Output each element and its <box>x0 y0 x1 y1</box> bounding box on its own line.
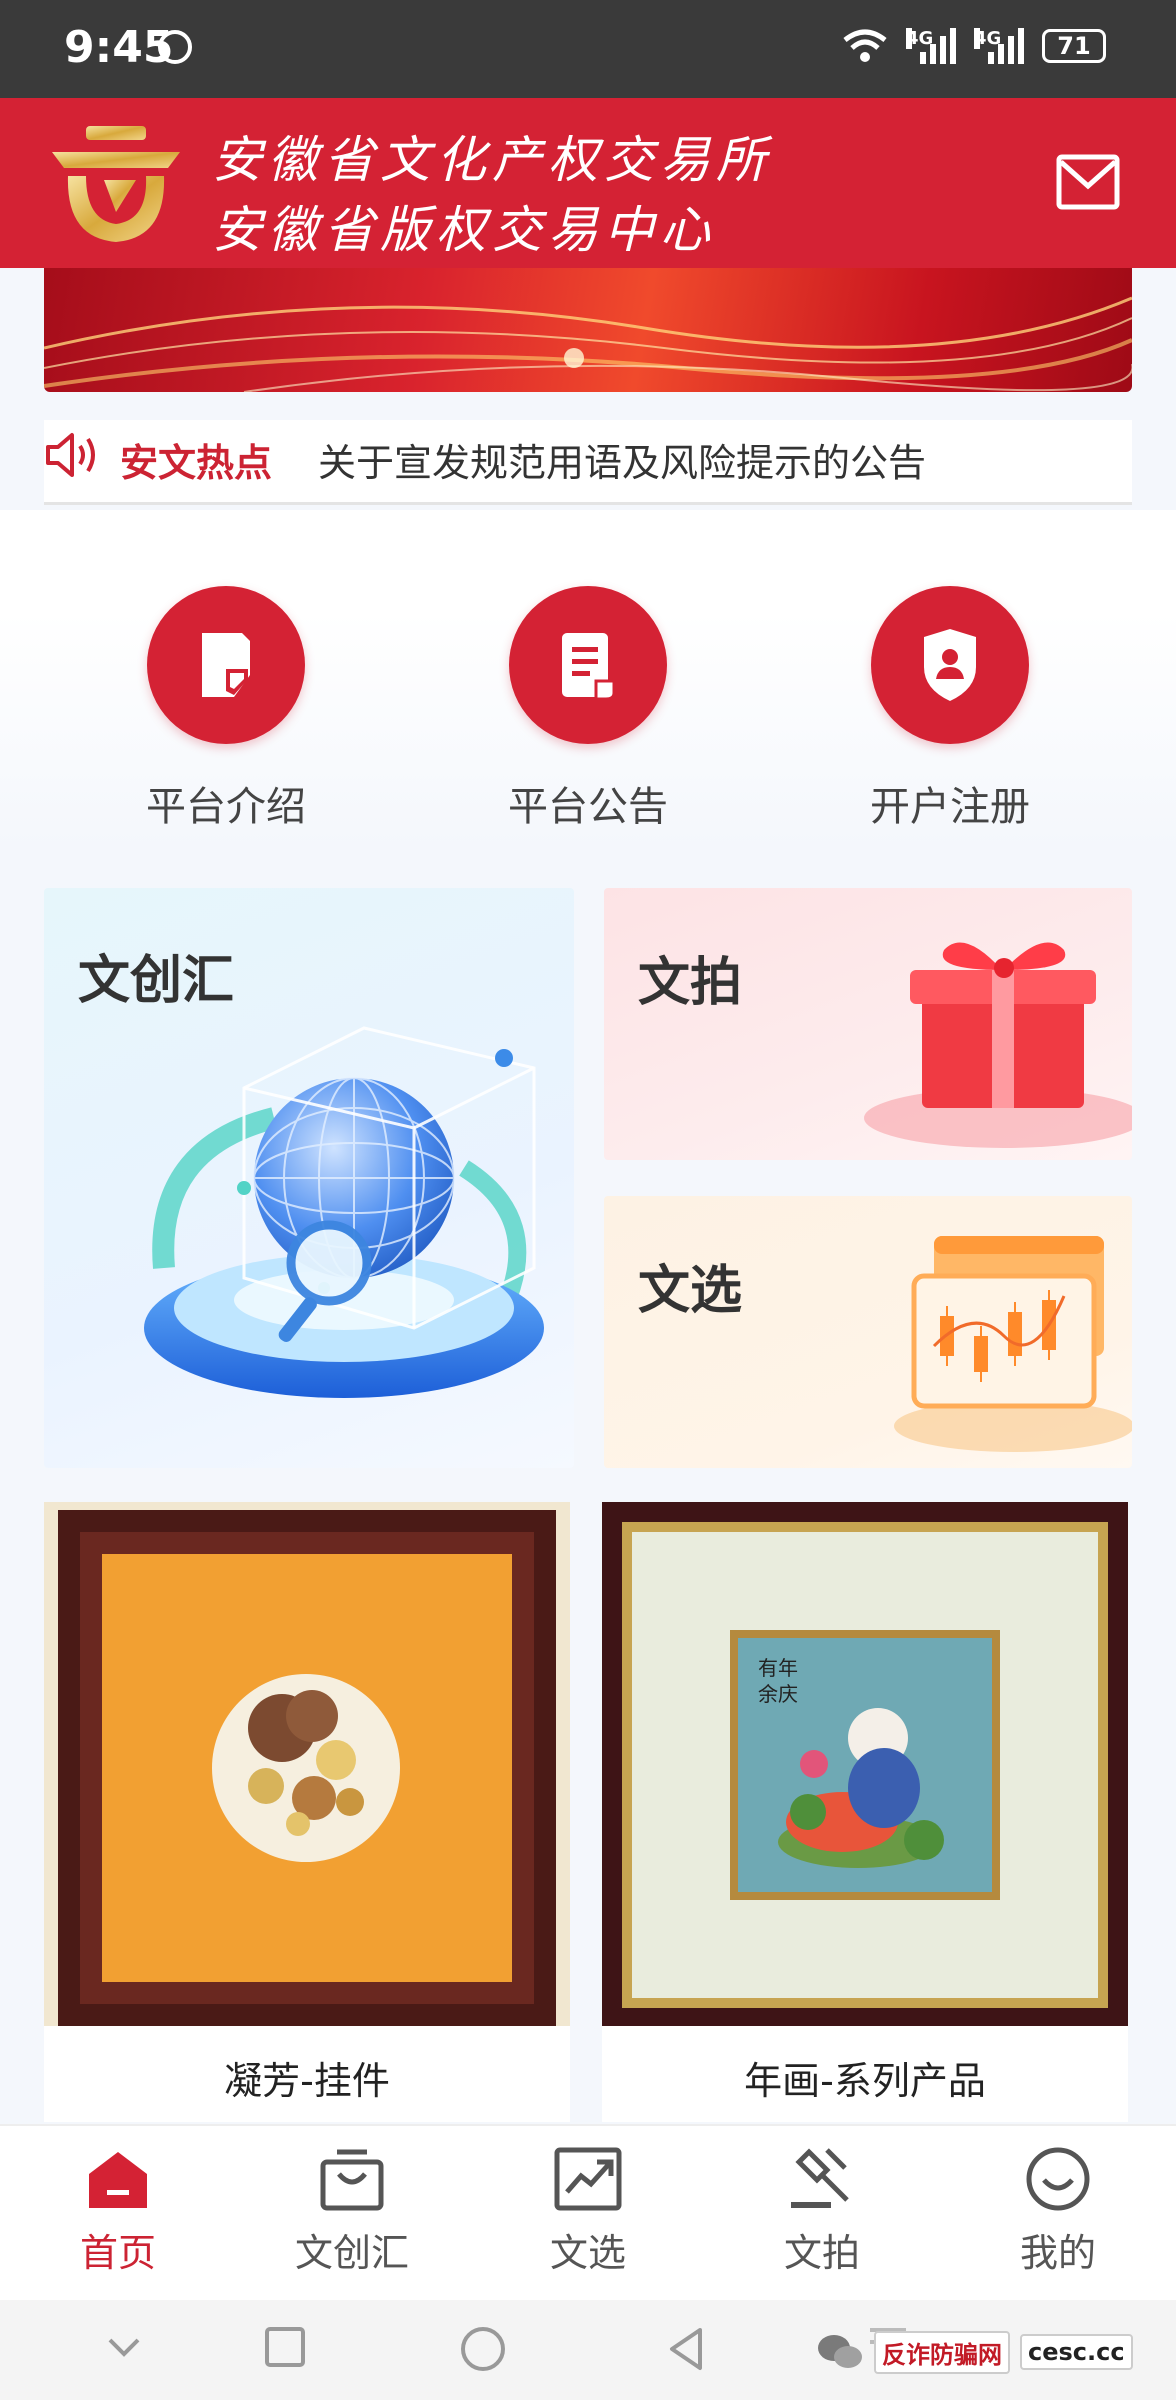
gift-box-illustration <box>864 942 1132 1148</box>
quick-links: 平台介绍 平台公告 开户注册 <box>0 510 1176 850</box>
card-wenpai[interactable]: 文拍 <box>604 888 1132 1160</box>
card-wenxuan[interactable]: 文选 <box>604 1196 1132 1468</box>
nav-mine[interactable]: 我的 <box>958 2146 1158 2277</box>
auction-hammer-icon <box>791 2148 849 2208</box>
notice-text[interactable]: 关于宣发规范用语及风险提示的公告 <box>318 432 926 487</box>
product-image: 有年 余庆 <box>602 1502 1128 2026</box>
recent-apps-icon[interactable] <box>264 2326 306 2368</box>
nav-label: 文拍 <box>783 2231 860 2275</box>
art-text-2: 余庆 <box>758 1682 798 1706</box>
nav-wenxuan[interactable]: 文选 <box>488 2146 688 2277</box>
org-name-secondary: 安徽省版权交易中心 <box>212 201 716 259</box>
quick-link-platform-intro[interactable]: 平台介绍 <box>96 586 356 832</box>
candlestick-chart-illustration <box>894 1236 1132 1452</box>
wifi-icon <box>843 29 887 62</box>
back-icon[interactable] <box>666 2326 706 2372</box>
promo-banner[interactable] <box>44 268 1132 392</box>
product-card[interactable]: 有年 余庆 年画-系列产品 <box>602 1502 1128 2122</box>
nav-label: 首页 <box>79 2231 156 2275</box>
org-name-primary: 安徽省文化产权交易所 <box>212 131 772 189</box>
speaker-icon <box>46 433 95 477</box>
nav-wenchuang[interactable]: 文创汇 <box>252 2146 452 2277</box>
chevron-down-icon[interactable] <box>104 2326 144 2366</box>
status-icons: 4G 4G 71 <box>842 28 1106 64</box>
product-image <box>44 1502 570 2026</box>
quick-link-register[interactable]: 开户注册 <box>820 586 1080 832</box>
shopping-bag-icon <box>320 2149 384 2211</box>
home-circle-icon[interactable] <box>460 2326 506 2372</box>
wechat-icon <box>818 2335 862 2368</box>
smile-icon <box>1026 2147 1090 2211</box>
home-icon <box>89 2152 147 2208</box>
network-type-2: 4G <box>974 28 1002 49</box>
card-wenchuang[interactable]: 文创汇 <box>44 888 574 1468</box>
product-caption: 凝芳-挂件 <box>224 2059 390 2103</box>
quick-link-label: 开户注册 <box>870 784 1030 830</box>
quick-link-platform-notice[interactable]: 平台公告 <box>458 586 718 832</box>
bottom-nav: 首页 文创汇 文选 文拍 我的 <box>0 2124 1176 2302</box>
status-bar: 9:45 4G 4G 71 <box>0 0 1176 98</box>
trend-chart-icon <box>554 2147 622 2211</box>
nav-label: 我的 <box>1019 2231 1096 2275</box>
network-type-1: 4G <box>906 28 934 49</box>
app-header: 安徽省文化产权交易所 安徽省版权交易中心 <box>0 98 1176 268</box>
sync-icon <box>158 30 192 64</box>
nav-label: 文创汇 <box>294 2231 409 2275</box>
user-shield-icon <box>871 586 1029 744</box>
watermark-site: 反诈防骗网 <box>874 2330 1010 2374</box>
product-card[interactable]: 凝芳-挂件 <box>44 1502 570 2122</box>
notice-tag: 安文热点 <box>120 441 273 485</box>
notice-bar[interactable]: 安文热点 关于宣发规范用语及风险提示的公告 <box>44 420 1132 505</box>
art-text-1: 有年 <box>758 1656 798 1680</box>
nav-wenpai[interactable]: 文拍 <box>722 2146 922 2277</box>
logo-icon <box>52 126 180 242</box>
product-caption: 年画-系列产品 <box>744 2059 986 2103</box>
notice-doc-icon <box>509 586 667 744</box>
nav-home[interactable]: 首页 <box>18 2146 218 2277</box>
mail-icon[interactable] <box>1056 154 1120 210</box>
signal-icon-1: 4G <box>906 28 956 64</box>
quick-link-label: 平台介绍 <box>146 784 306 830</box>
watermark-domain: cesc.cc <box>1020 2334 1133 2370</box>
signal-icon-2: 4G <box>974 28 1024 64</box>
globe-illustration <box>144 1026 544 1398</box>
nav-label: 文选 <box>549 2231 626 2275</box>
battery-icon: 71 <box>1042 29 1106 63</box>
watermark: 反诈防骗网 cesc.cc <box>816 2324 1133 2380</box>
quick-link-label: 平台公告 <box>508 784 668 830</box>
document-icon <box>147 586 305 744</box>
